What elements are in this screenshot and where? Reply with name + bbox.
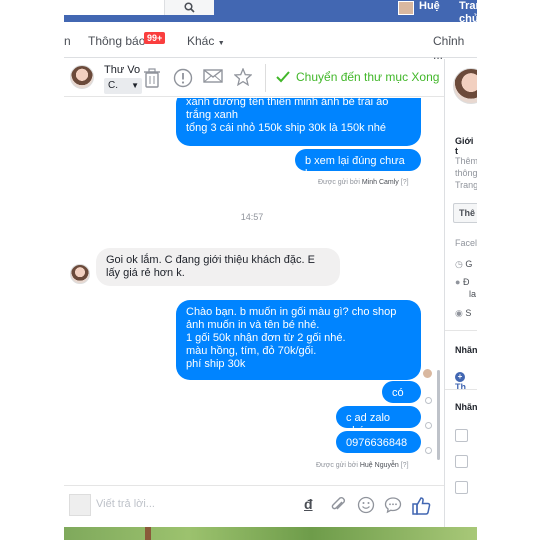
label-checkbox[interactable] xyxy=(455,481,468,494)
tab-inbox-partial[interactable]: n xyxy=(64,34,71,48)
seen-avatar xyxy=(422,368,433,379)
paperclip-icon xyxy=(331,497,345,510)
customer-info-panel: Giới t Thêm thông Trang Thê Facel ◷ G ● … xyxy=(444,59,477,527)
info-line: Thêm xyxy=(455,156,477,166)
chat-bubble-icon xyxy=(384,497,402,514)
smiley-icon xyxy=(357,496,375,514)
message-bubble-outgoing[interactable]: 0976636848 xyxy=(336,431,421,453)
star-button[interactable] xyxy=(234,68,252,86)
person-icon: ● xyxy=(455,277,461,287)
customer-avatar xyxy=(453,68,477,104)
delete-button[interactable] xyxy=(143,68,161,88)
mark-unread-button[interactable] xyxy=(203,68,223,84)
message-bubble-outgoing[interactable]: c ad zalo nhé xyxy=(336,406,421,437)
labels-heading: Nhãn xyxy=(455,345,477,355)
thumbs-up-icon xyxy=(412,497,431,515)
sent-by-prefix: Được gửi bởi xyxy=(316,462,358,469)
background-image-detail xyxy=(145,527,151,540)
assign-value: C. xyxy=(108,80,118,91)
checkmark-icon xyxy=(276,71,290,83)
message-bubble-outgoing[interactable]: có ạ xyxy=(382,381,421,412)
divider xyxy=(445,389,477,390)
add-info-button[interactable]: Thê xyxy=(453,203,477,223)
sent-by-name[interactable]: Huệ Nguyễn xyxy=(360,462,399,469)
message-bubble-outgoing[interactable]: Chào bạn. b muốn in gối màu gì? cho shop… xyxy=(176,300,421,380)
label-checkbox[interactable] xyxy=(455,429,468,442)
tab-more-label: Khác xyxy=(187,34,215,48)
contact-avatar[interactable] xyxy=(70,65,94,89)
sent-by-name[interactable]: Minh Camly xyxy=(362,179,399,186)
move-to-done-button[interactable]: Chuyển đến thư mục Xong xyxy=(276,70,439,84)
message-timestamp: 14:57 xyxy=(240,212,264,222)
clock-icon: ◷ xyxy=(455,259,463,269)
user-avatar[interactable] xyxy=(398,1,414,15)
star-icon xyxy=(234,68,252,86)
intro-heading: Giới t xyxy=(455,136,474,156)
plus-icon: + xyxy=(455,372,465,382)
user-name-link[interactable]: Huệ xyxy=(419,0,440,13)
notifications-badge: 99+ xyxy=(144,32,166,44)
move-to-done-label: Chuyển đến thư mục Xong xyxy=(296,70,440,84)
like-button[interactable] xyxy=(411,496,431,516)
info-line: thông xyxy=(455,168,477,178)
spam-button[interactable] xyxy=(173,68,193,88)
top-navbar: Huệ Trang chủ Tạo xyxy=(64,0,540,25)
app-window: Huệ Trang chủ Tạo n Thông báo 99+ Khác ▼… xyxy=(0,0,540,540)
alert-icon xyxy=(173,68,193,88)
chevron-down-icon: ▼ xyxy=(131,81,139,90)
search-button[interactable] xyxy=(164,0,214,15)
trash-icon xyxy=(144,68,160,88)
message-bubble-incoming[interactable]: Goi ok lắm. C đang giới thiệu khách đặc.… xyxy=(96,248,340,286)
message-bubble-outgoing[interactable]: b xem lại đúng chưa b xyxy=(295,149,421,180)
contact-name[interactable]: Thư Vo xyxy=(104,64,140,76)
tab-edit[interactable]: Chỉnh ... xyxy=(433,34,477,62)
page-avatar xyxy=(69,494,91,516)
info-row: ◷ G xyxy=(455,259,472,270)
page-tabs: n Thông báo 99+ Khác ▼ Chỉnh ... xyxy=(64,22,477,62)
reply-input[interactable]: Viết trả lời... xyxy=(96,498,155,510)
location-pin-icon: ◉ xyxy=(455,308,463,318)
currency-dong-icon[interactable]: đ xyxy=(304,496,313,512)
assign-select[interactable]: C. ▼ xyxy=(104,78,142,94)
divider xyxy=(445,330,477,331)
sent-by-prefix: Được gửi bởi xyxy=(318,179,360,186)
reply-composer: Viết trả lời... đ xyxy=(64,485,444,527)
tab-more[interactable]: Khác ▼ xyxy=(187,34,225,48)
help-tag[interactable]: [?] xyxy=(401,179,409,186)
sent-by-note: Được gửi bởi Minh Camly [?] xyxy=(318,179,409,186)
sent-by-note: Được gửi bởi Huệ Nguyễn [?] xyxy=(316,462,409,469)
header-divider xyxy=(265,64,266,92)
message-bubble-outgoing[interactable]: xanh dương tên thiên minh ánh bé trai áo… xyxy=(176,98,421,146)
info-row-text: G xyxy=(465,259,473,269)
background-image-strip xyxy=(64,527,477,540)
delivered-icon xyxy=(425,422,432,429)
emoji-button[interactable] xyxy=(357,496,375,514)
attach-button[interactable] xyxy=(330,496,346,514)
info-row: ◉ S xyxy=(455,308,471,319)
delivered-icon xyxy=(425,397,432,404)
labels-heading: Nhãn xyxy=(455,402,477,412)
envelope-icon xyxy=(203,69,223,83)
delivered-icon xyxy=(425,447,432,454)
info-row-text: Đ xyxy=(462,277,470,287)
chevron-down-icon: ▼ xyxy=(217,40,225,47)
saved-replies-button[interactable] xyxy=(384,496,402,514)
conversation-header: Thư Vo C. ▼ Chuyển đến thư mục Xong xyxy=(64,59,444,97)
info-row-text: la xyxy=(469,289,477,299)
message-thread: xanh dương tên thiên minh ánh bé trai áo… xyxy=(64,98,444,484)
info-row-text: S xyxy=(465,308,472,318)
search-icon xyxy=(184,2,195,13)
search-input[interactable] xyxy=(64,0,164,15)
facebook-label: Facel xyxy=(455,238,477,248)
contact-avatar-small xyxy=(70,264,90,284)
help-tag[interactable]: [?] xyxy=(401,462,409,469)
create-link[interactable]: Tạo xyxy=(523,0,540,13)
thread-scrollbar[interactable] xyxy=(437,370,440,460)
info-row: ● Đ xyxy=(455,277,469,287)
info-line: Trang xyxy=(455,180,477,190)
label-checkbox[interactable] xyxy=(455,455,468,468)
tab-notifications[interactable]: Thông báo xyxy=(88,34,145,48)
add-label-text: Th xyxy=(455,382,466,392)
